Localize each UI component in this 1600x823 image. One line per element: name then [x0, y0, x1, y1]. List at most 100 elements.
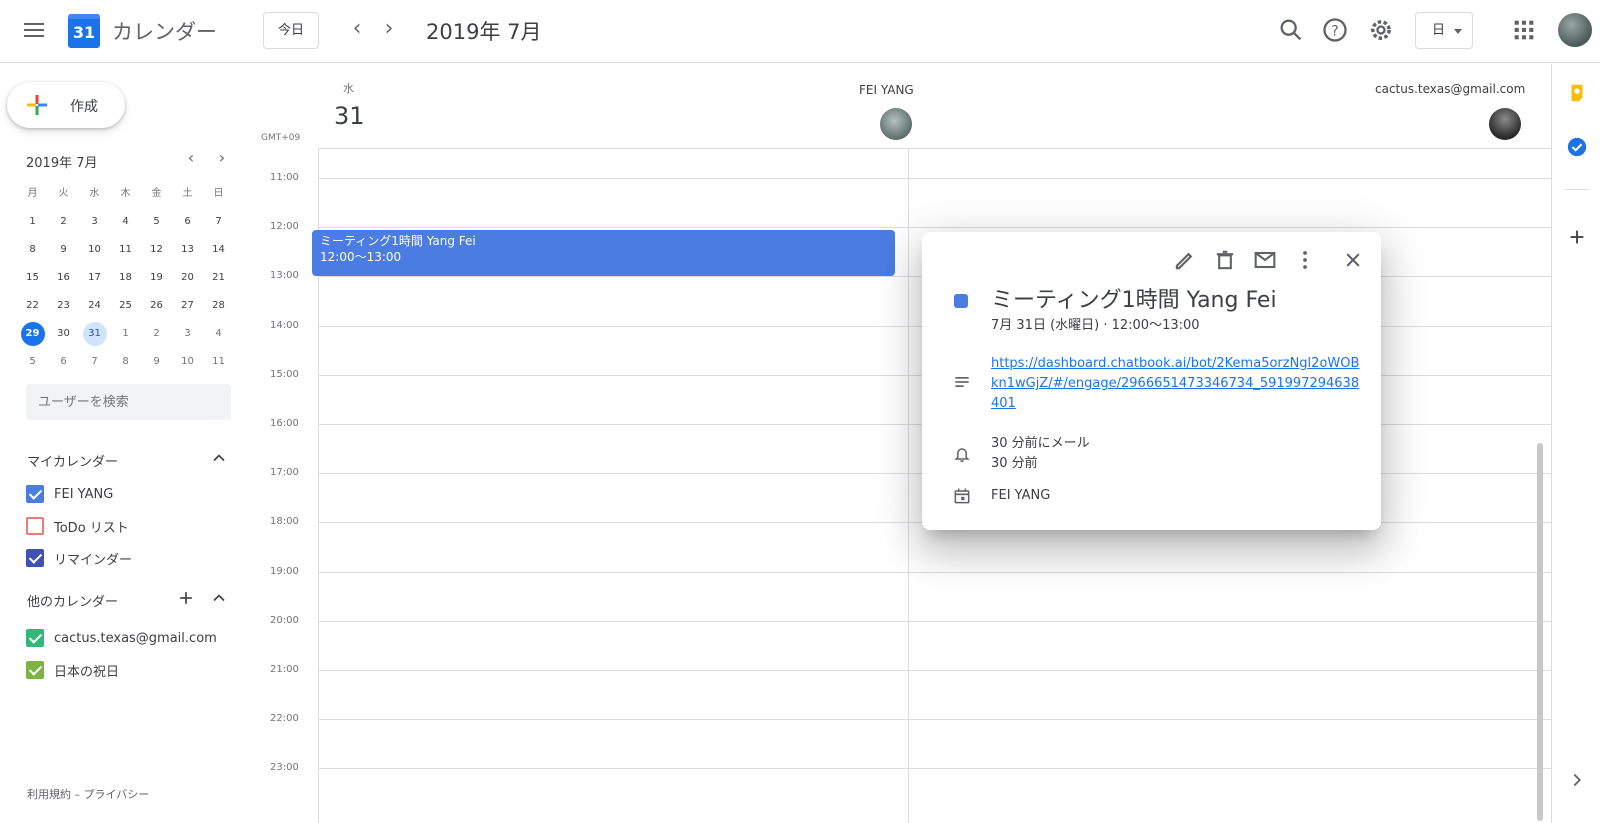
cactus-avatar[interactable]: [1489, 108, 1521, 140]
user-search-input[interactable]: [26, 384, 231, 420]
mini-day-cell[interactable]: 6: [172, 208, 203, 236]
event-description-link[interactable]: https://dashboard.chatbook.ai/bot/2Kema5…: [991, 354, 1363, 414]
help-icon[interactable]: ?: [1321, 16, 1349, 44]
mini-day-cell[interactable]: 25: [110, 292, 141, 320]
mini-day-cell[interactable]: 18: [110, 264, 141, 292]
mini-day-cell[interactable]: 27: [172, 292, 203, 320]
mini-day-cell[interactable]: 23: [48, 292, 79, 320]
delete-icon[interactable]: [1211, 246, 1239, 274]
mini-day-cell[interactable]: 15: [17, 264, 48, 292]
calendar-list-item[interactable]: ToDo リスト: [26, 515, 129, 537]
mini-day-number: 15: [26, 272, 39, 283]
search-icon[interactable]: [1277, 16, 1305, 44]
terms-privacy-link[interactable]: 利用規約 – プライバシー: [27, 786, 149, 802]
view-selector[interactable]: 日: [1415, 12, 1473, 49]
mini-day-cell[interactable]: 5: [141, 208, 172, 236]
mini-day-cell[interactable]: 2: [141, 320, 172, 348]
mini-day-cell[interactable]: 10: [172, 348, 203, 376]
mini-day-cell[interactable]: 20: [172, 264, 203, 292]
calendar-checkbox[interactable]: [26, 517, 44, 535]
mini-day-cell[interactable]: 1: [110, 320, 141, 348]
calendar-list-item[interactable]: FEI YANG: [26, 483, 113, 505]
today-button[interactable]: 今日: [263, 12, 319, 49]
mini-day-cell[interactable]: 12: [141, 236, 172, 264]
settings-icon[interactable]: [1367, 16, 1395, 44]
mini-day-cell[interactable]: 2: [48, 208, 79, 236]
fei-yang-avatar[interactable]: [880, 108, 912, 140]
chevron-up-icon[interactable]: [209, 448, 229, 468]
calendar-list-item[interactable]: リマインダー: [26, 547, 132, 569]
mini-day-cell[interactable]: 9: [141, 348, 172, 376]
mini-day-cell[interactable]: 17: [79, 264, 110, 292]
mini-day-number: 26: [150, 300, 163, 311]
vertical-scrollbar[interactable]: [1537, 443, 1543, 821]
tasks-icon[interactable]: [1566, 136, 1588, 158]
mini-day-number: 9: [153, 356, 160, 367]
event-time: 12:00〜13:00: [320, 250, 402, 264]
mini-day-number: 21: [212, 272, 225, 283]
mini-day-cell[interactable]: 14: [203, 236, 234, 264]
mini-prev-month-button[interactable]: ‹: [180, 148, 202, 170]
mini-day-cell[interactable]: 4: [203, 320, 234, 348]
mini-day-cell[interactable]: 8: [17, 236, 48, 264]
mini-day-cell[interactable]: 3: [79, 208, 110, 236]
mini-day-cell[interactable]: 6: [48, 348, 79, 376]
event-block[interactable]: ミーティング1時間 Yang Fei 12:00〜13:00: [312, 230, 895, 276]
mini-day-cell[interactable]: 30: [48, 320, 79, 348]
calendar-checkbox[interactable]: [26, 661, 44, 679]
mini-day-cell[interactable]: 1: [17, 208, 48, 236]
mini-day-cell[interactable]: 10: [79, 236, 110, 264]
create-button[interactable]: 作成: [7, 82, 125, 128]
calendar-checkbox[interactable]: [26, 629, 44, 647]
next-period-button[interactable]: ›: [377, 18, 401, 42]
mini-day-cell[interactable]: 29: [17, 320, 48, 348]
add-calendar-icon[interactable]: [176, 588, 196, 608]
keep-icon[interactable]: [1566, 82, 1588, 104]
calendar-list-item[interactable]: cactus.texas@gmail.com: [26, 627, 217, 649]
mini-day-cell[interactable]: 22: [17, 292, 48, 320]
mini-calendar-grid: 月火水木金土日 1 2 3 4 5 6 7 8 9 10 11 12 13 14 15 16 17 18 19 20 21…: [17, 180, 234, 376]
prev-period-button[interactable]: ‹: [345, 18, 369, 42]
apps-grid-icon[interactable]: [1510, 16, 1538, 44]
sidebar: 作成 2019年 7月 ‹ › 月火水木金土日 1 2 3 4 5 6 7 8 9 10 11 12 13…: [0, 64, 256, 823]
more-options-icon[interactable]: [1291, 246, 1319, 274]
mini-day-cell[interactable]: 4: [110, 208, 141, 236]
close-icon[interactable]: [1339, 246, 1367, 274]
mini-day-cell[interactable]: 8: [110, 348, 141, 376]
mini-day-cell[interactable]: 9: [48, 236, 79, 264]
mini-day-cell[interactable]: 28: [203, 292, 234, 320]
mini-day-cell[interactable]: 3: [172, 320, 203, 348]
mini-day-cell[interactable]: 19: [141, 264, 172, 292]
mini-day-cell[interactable]: 24: [79, 292, 110, 320]
email-icon[interactable]: [1251, 246, 1279, 274]
hour-label: 20:00: [270, 614, 299, 626]
mini-day-cell[interactable]: 26: [141, 292, 172, 320]
mini-next-month-button[interactable]: ›: [211, 148, 233, 170]
mini-day-cell[interactable]: 21: [203, 264, 234, 292]
account-avatar[interactable]: [1558, 13, 1592, 47]
edit-icon[interactable]: [1171, 246, 1199, 274]
hamburger-menu-icon[interactable]: [22, 20, 46, 40]
other-calendars-title[interactable]: 他のカレンダー: [27, 591, 118, 610]
add-addon-icon[interactable]: [1566, 226, 1588, 248]
calendar-logo[interactable]: 31: [68, 14, 100, 48]
hour-label: 14:00: [270, 319, 299, 331]
my-calendars-title[interactable]: マイカレンダー: [27, 451, 118, 470]
mini-day-cell[interactable]: 13: [172, 236, 203, 264]
grid-line: [318, 620, 1591, 622]
mini-day-cell[interactable]: 11: [203, 348, 234, 376]
calendar-checkbox[interactable]: [26, 549, 44, 567]
mini-day-cell[interactable]: 7: [203, 208, 234, 236]
mini-day-cell[interactable]: 31: [79, 320, 110, 348]
day-number[interactable]: 31: [334, 102, 365, 130]
expand-panel-icon[interactable]: [1566, 769, 1588, 791]
mini-day-cell[interactable]: 7: [79, 348, 110, 376]
chevron-up-icon[interactable]: [209, 588, 229, 608]
mini-day-cell[interactable]: 16: [48, 264, 79, 292]
mini-day-cell[interactable]: 11: [110, 236, 141, 264]
mini-day-number: 5: [29, 356, 36, 367]
calendar-list-item[interactable]: 日本の祝日: [26, 659, 119, 681]
calendar-checkbox[interactable]: [26, 485, 44, 503]
mini-day-number: 22: [26, 300, 39, 311]
mini-day-cell[interactable]: 5: [17, 348, 48, 376]
